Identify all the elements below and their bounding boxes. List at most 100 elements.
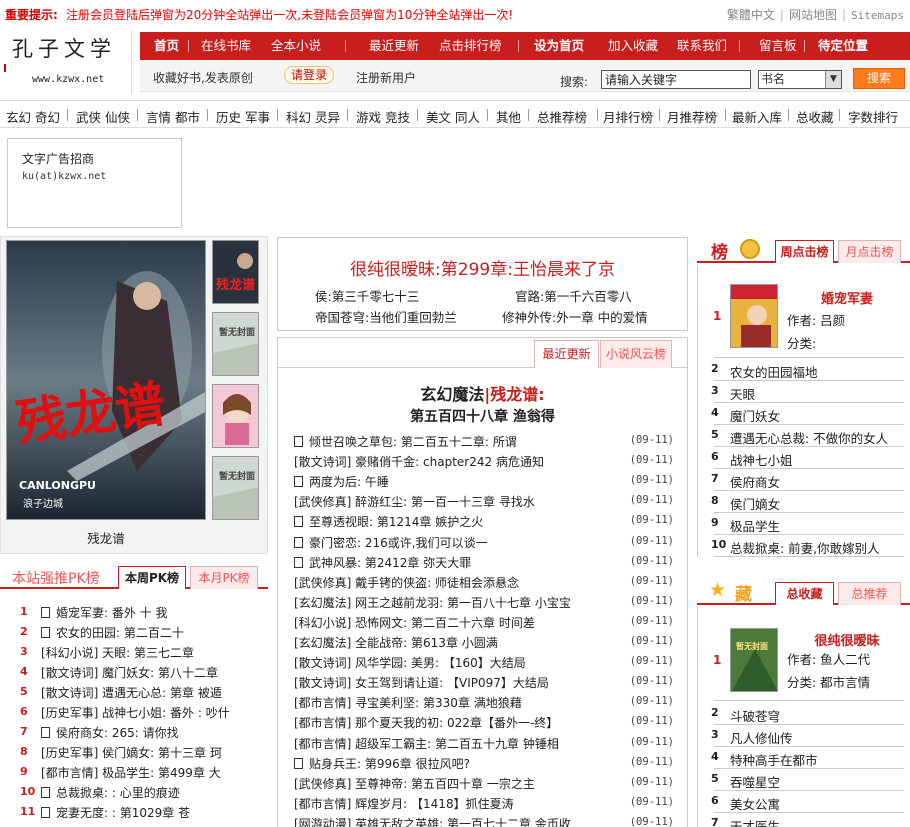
pk-item-text[interactable]: [散文诗词] 魔门妖女: 第八十二章 xyxy=(41,664,218,681)
cat-wuxia[interactable]: 武侠 仙侠 xyxy=(76,107,130,126)
pk-item-text[interactable]: [散文诗词] 遭遇无心总: 第章 被遁 xyxy=(41,684,222,701)
update-row[interactable]: 贴身兵王: 第996章 很拉风吧? (09-11) xyxy=(294,753,674,773)
update-text[interactable]: [都市言情] 寻宝美利坚: 第330章 满地狼藉 xyxy=(294,694,522,711)
update-row[interactable]: [散文诗词] 女王驾到请让道: 【VIP097】大结局 (09-11) xyxy=(294,672,674,692)
update-text[interactable]: [武侠修真] 醉游红尘: 第一百一十三章 寻找水 xyxy=(294,493,535,510)
link-sitemaps[interactable]: Sitemaps xyxy=(851,9,904,22)
pk-item-text[interactable]: [历史军事] 侯门嫡女: 第十三章 珂 xyxy=(41,744,222,761)
cat-xuanhuan[interactable]: 玄幻 奇幻 xyxy=(6,107,60,126)
login-button[interactable]: 请登录 xyxy=(284,66,334,84)
search-input[interactable] xyxy=(601,70,751,89)
rank-list-item[interactable]: 7 天才医生 xyxy=(697,813,910,827)
update-row[interactable]: 武神风暴: 第2412章 弥天大罪 (09-11) xyxy=(294,552,674,572)
thumb-4[interactable]: 暂无封面 xyxy=(212,456,259,520)
rank-list-item[interactable]: 5 遭遇无心总裁: 不做你的女人 xyxy=(697,425,910,447)
cat-youxi[interactable]: 游戏 竞技 xyxy=(356,107,410,126)
pk-list-item[interactable]: 6 [历史军事] 战神七小姐: 番外 : 吵什 xyxy=(0,702,268,722)
thumb-1[interactable]: 残龙谱 xyxy=(212,240,259,304)
featured-cover[interactable]: 残龙谱 CANLONGPU 浪子边城 xyxy=(6,240,206,520)
headline-title[interactable]: 很纯很暧昧:第299章:王怡晨来了京 xyxy=(278,255,687,280)
fav-top-title[interactable]: 很纯很暧昧 xyxy=(787,630,907,649)
update-text[interactable]: [玄幻魔法] 网王之越前龙羽: 第一百八十七章 小宝宝 xyxy=(294,594,571,611)
cat-new[interactable]: 最新入库 xyxy=(732,107,782,126)
thumb-2[interactable]: 暂无封面 xyxy=(212,312,259,376)
search-type-select[interactable]: 书名 ▼ xyxy=(758,70,842,89)
rank-item-title[interactable]: 农女的田园福地 xyxy=(730,362,818,381)
update-text[interactable]: [网游动漫] 英雄无敌之英雄: 第一百七十二章 金币收 xyxy=(294,815,571,827)
latest-chapter[interactable]: 第五百四十八章 渔翁得 xyxy=(278,406,687,426)
headline-link-4[interactable]: 修神外传:外一章 中的爱情 xyxy=(502,307,648,326)
nav-favorite[interactable]: 加入收藏 xyxy=(608,32,658,60)
rank-list-item[interactable]: 9 极品学生 xyxy=(697,513,910,535)
pk-item-text[interactable]: 侯府商女: 265: 请你找 xyxy=(41,724,179,741)
pk-item-text[interactable]: 婚宠军妻: 番外 十 我 xyxy=(41,604,168,621)
rank-list-item[interactable]: 7 侯府商女 xyxy=(697,469,910,491)
tab-story-rank[interactable]: 小说风云榜 xyxy=(600,340,672,368)
pk-list-item[interactable]: 10 总裁掀桌: : 心里的痕迹 xyxy=(0,782,268,802)
rank-item-title[interactable]: 特种高手在都市 xyxy=(730,750,818,769)
cat-kehuan[interactable]: 科幻 灵异 xyxy=(286,107,340,126)
tab-week-pk[interactable]: 本周PK榜 xyxy=(118,566,186,589)
update-text[interactable]: [都市言情] 辉煌岁月: 【1418】抓住夏涛 xyxy=(294,795,514,812)
update-text[interactable]: [玄幻魔法] 全能战帝: 第613章 小圆满 xyxy=(294,634,498,651)
rank-item-title[interactable]: 极品学生 xyxy=(730,516,780,535)
tab-week-click[interactable]: 周点击榜 xyxy=(775,240,834,263)
ad-box[interactable]: 文字广告招商 ku(at)kzwx.net xyxy=(7,138,182,228)
pk-list-item[interactable]: 4 [散文诗词] 魔门妖女: 第八十二章 xyxy=(0,662,268,682)
pk-item-text[interactable]: [都市言情] 极品学生: 第499章 大 xyxy=(41,764,221,781)
cat-month-recommend[interactable]: 月推荐榜 xyxy=(667,107,717,126)
rank-item-title[interactable]: 美女公寓 xyxy=(730,794,780,813)
rank-item-title[interactable]: 斗破苍穹 xyxy=(730,706,780,725)
update-text[interactable]: 倾世召唤之草包: 第二百五十二章: 所谓 xyxy=(294,433,517,450)
rank-list-item[interactable]: 2 斗破苍穹 xyxy=(697,703,910,725)
site-logo[interactable]: 孔子文学 www.kzwx.net xyxy=(4,30,132,94)
update-text[interactable]: 武神风暴: 第2412章 弥天大罪 xyxy=(294,554,471,571)
update-text[interactable]: 豪门密恋: 216或许,我们可以谈一 xyxy=(294,534,488,551)
rank-item-title[interactable]: 遭遇无心总裁: 不做你的女人 xyxy=(730,428,888,447)
update-row[interactable]: [都市言情] 超级军工霸主: 第二百五十九章 钟锤相 (09-11) xyxy=(294,733,674,753)
rank-item-title[interactable]: 天眼 xyxy=(730,384,755,403)
cat-lishi[interactable]: 历史 军事 xyxy=(216,107,270,126)
rank-item-title[interactable]: 战神七小姐 xyxy=(730,450,793,469)
update-text[interactable]: [散文诗词] 女王驾到请让道: 【VIP097】大结局 xyxy=(294,674,549,691)
update-text[interactable]: [武侠修真] 戴手铐的侠盗: 师徒相会添悬念 xyxy=(294,574,519,591)
nav-click-rank[interactable]: 点击排行榜 xyxy=(439,32,502,60)
link-traditional[interactable]: 繁體中文 xyxy=(727,8,775,22)
update-row[interactable]: [武侠修真] 戴手铐的侠盗: 师徒相会添悬念 (09-11) xyxy=(294,572,674,592)
update-text[interactable]: 贴身兵王: 第996章 很拉风吧? xyxy=(294,755,470,772)
update-text[interactable]: [都市言情] 那个夏天我的初: 022章【番外一-终】 xyxy=(294,714,558,731)
rank-item-title[interactable]: 侯府商女 xyxy=(730,472,780,491)
tab-month-click[interactable]: 月点击榜 xyxy=(838,240,901,263)
cat-total-recommend[interactable]: 总推荐榜 xyxy=(537,107,587,126)
register-link[interactable]: 注册新用户 xyxy=(356,69,416,86)
pk-item-text[interactable]: [历史军事] 战神七小姐: 番外 : 吵什 xyxy=(41,704,230,721)
rank-list-item[interactable]: 4 魔门妖女 xyxy=(697,403,910,425)
rank-item-title[interactable]: 侯门嫡女 xyxy=(730,494,780,513)
headline-link-2[interactable]: 官路:第一千六百零八 xyxy=(515,286,632,305)
cat-total-fav[interactable]: 总收藏 xyxy=(796,107,834,126)
update-text[interactable]: [武侠修真] 至尊神帝: 第五百四十章 一宗之主 xyxy=(294,775,535,792)
rank-item-title[interactable]: 凡人修仙传 xyxy=(730,728,793,747)
update-row[interactable]: 倾世召唤之草包: 第二百五十二章: 所谓 (09-11) xyxy=(294,431,674,451)
rank-item-title[interactable]: 总裁掀桌: 前妻,你敢嫁别人 xyxy=(730,538,880,557)
nav-contact[interactable]: 联系我们 xyxy=(677,32,727,60)
rank-item-title[interactable]: 天才医生 xyxy=(730,816,780,827)
pk-list-item[interactable]: 8 [历史军事] 侯门嫡女: 第十三章 珂 xyxy=(0,742,268,762)
tab-latest[interactable]: 最近更新 xyxy=(534,340,599,368)
rank-list-item[interactable]: 10 总裁掀桌: 前妻,你敢嫁别人 xyxy=(697,535,910,557)
rank-item-title[interactable]: 魔门妖女 xyxy=(730,406,780,425)
fav-top-item[interactable]: 1 暂无封面 很纯很暧昧 作者: 鱼人二代 分类: 都市言情 xyxy=(697,625,910,705)
rank-list-item[interactable]: 6 战神七小姐 xyxy=(697,447,910,469)
nav-latest[interactable]: 最近更新 xyxy=(369,32,419,60)
cat-word-rank[interactable]: 字数排行 xyxy=(848,107,898,126)
pk-list-item[interactable]: 7 侯府商女: 265: 请你找 xyxy=(0,722,268,742)
rank-top-item[interactable]: 1 婚宠军妻 作者: 吕颜 分类: xyxy=(697,281,910,361)
nav-home[interactable]: 首页 xyxy=(154,32,179,60)
latest-book-title[interactable]: 玄幻魔法|残龙谱: xyxy=(278,381,687,405)
tab-total-recommend[interactable]: 总推荐 xyxy=(838,582,901,605)
link-sitemap[interactable]: 网站地图 xyxy=(789,8,837,22)
pk-list-item[interactable]: 1 婚宠军妻: 番外 十 我 xyxy=(0,602,268,622)
update-row[interactable]: [散文诗词] 豪赌俏千金: chapter242 病危通知 (09-11) xyxy=(294,451,674,471)
update-text[interactable]: [科幻小说] 恐怖网文: 第二百二十六章 时间差 xyxy=(294,614,535,631)
pk-list-item[interactable]: 11 宠妻无度: : 第1029章 苍 xyxy=(0,802,268,822)
